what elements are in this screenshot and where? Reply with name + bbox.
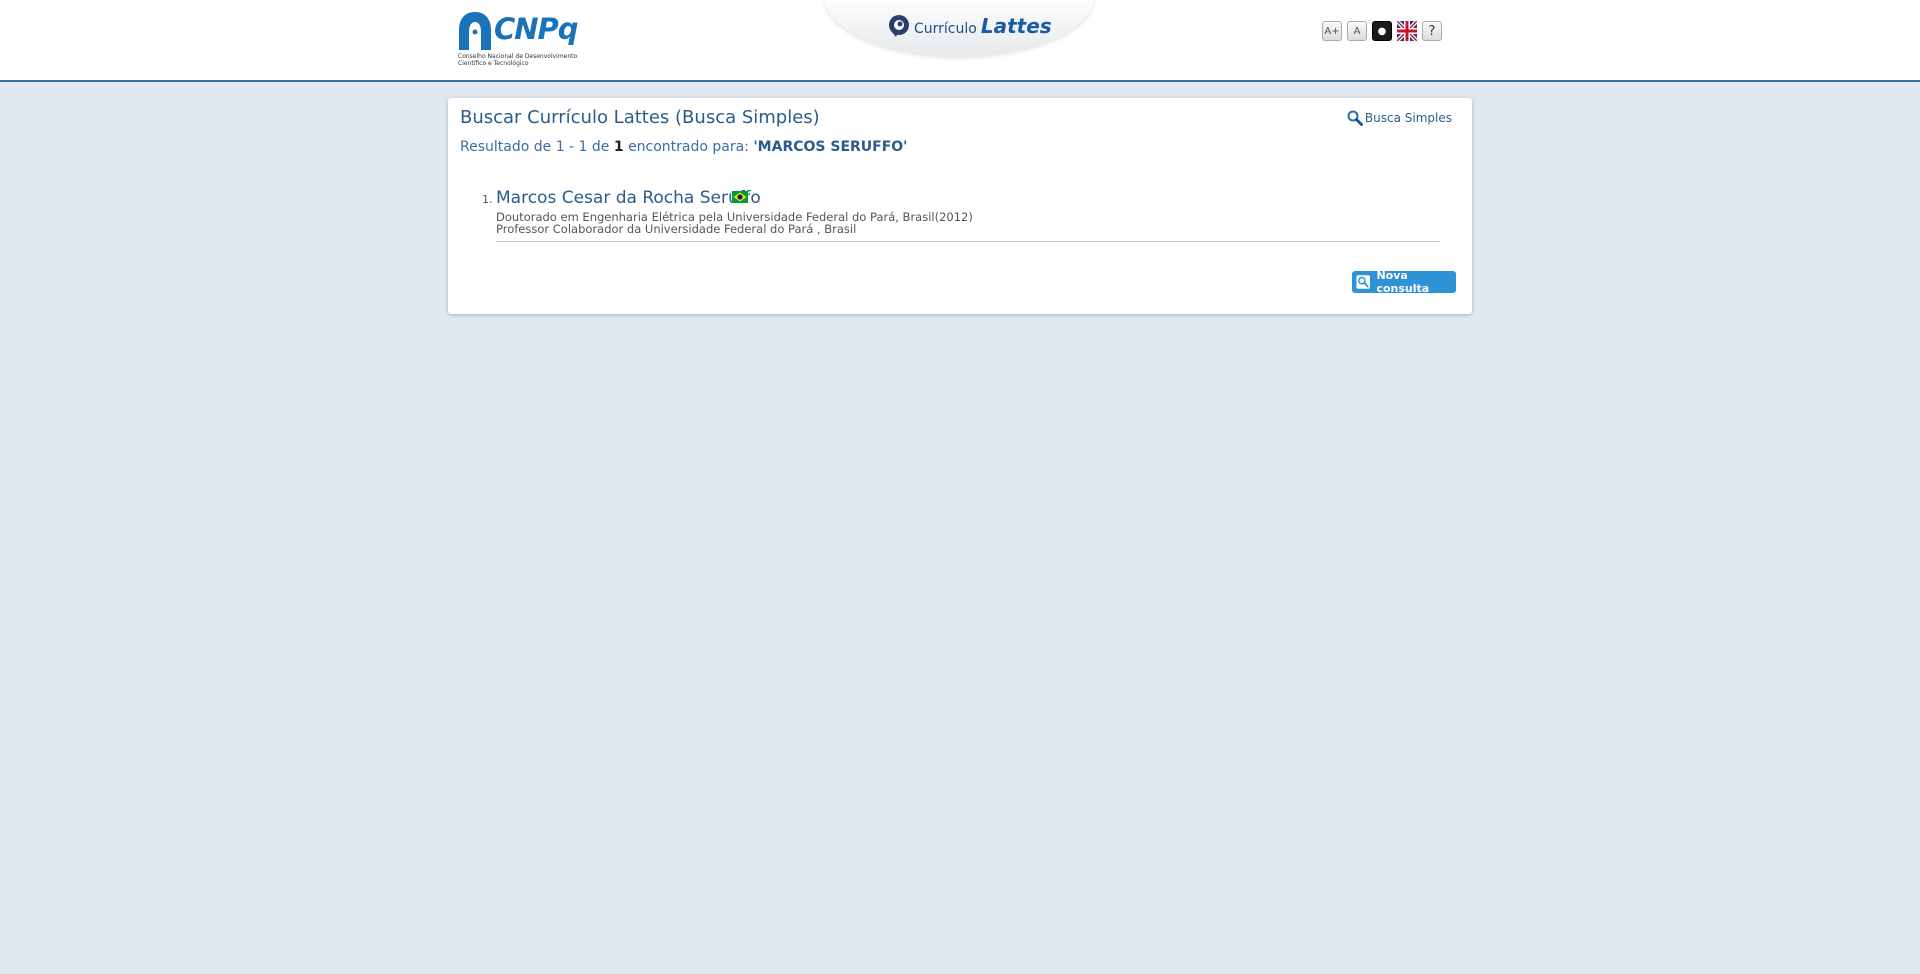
result-prefix: Resultado de 1 - 1 de [460,139,610,155]
english-language-button[interactable] [1397,21,1417,41]
lattes-logo-icon [889,15,909,37]
magnifier-icon [1347,110,1363,126]
help-button[interactable]: ? [1422,21,1442,41]
cnpq-logo-subtitle: Conselho Nacional de Desenvolvimento Cie… [458,53,578,67]
lattes-app-name: Lattes [980,14,1052,38]
cnpq-logo-text: CNPq [494,12,579,46]
high-contrast-button[interactable]: ● [1372,21,1392,41]
cnpq-logo[interactable]: CNPq Conselho Nacional de Desenvolviment… [456,10,586,70]
lattes-app-title[interactable]: Currículo Lattes [914,14,1052,38]
result-divider [496,241,1440,242]
cnpq-logo-mark-icon [459,12,491,50]
font-increase-button[interactable]: A+ [1322,21,1342,41]
nova-consulta-button[interactable]: Nova consulta [1352,269,1456,295]
uk-flag-icon [1397,21,1417,41]
new-search-icon [1356,275,1371,289]
busca-simples-label: Busca Simples [1364,111,1452,125]
busca-simples-link[interactable]: Busca Simples [1347,110,1452,126]
search-query: 'MARCOS SERUFFO' [753,139,908,155]
result-mid-text: encontrado para: [628,139,749,155]
result-total: 1 [613,139,624,155]
brazil-flag-icon [732,191,748,203]
result-summary: Resultado de 1 - 1 de 1 encontrado para:… [460,139,907,155]
result-position: Professor Colaborador da Universidade Fe… [496,222,857,236]
search-results-panel: Buscar Currículo Lattes (Busca Simples) … [448,98,1472,314]
lattes-app-prefix: Currículo [914,21,977,37]
nova-consulta-label: Nova consulta [1376,269,1430,295]
accessibility-toolbar: A+ A ● ? [1322,21,1442,41]
result-name-link[interactable]: Marcos Cesar da Rocha Seruffo [496,188,761,208]
top-header: CNPq Conselho Nacional de Desenvolviment… [0,0,1920,82]
font-normal-button[interactable]: A [1347,21,1367,41]
result-number: 1. [482,193,493,206]
page-title: Buscar Currículo Lattes (Busca Simples) [460,107,820,128]
